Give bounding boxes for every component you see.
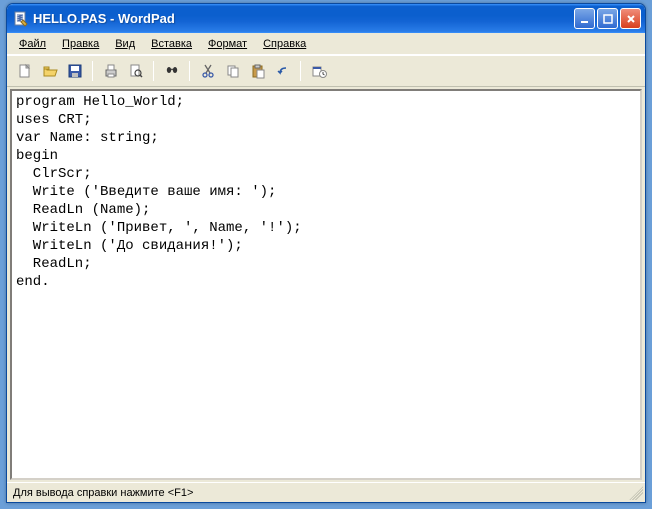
menu-help[interactable]: Справка: [255, 36, 314, 52]
toolbar-separator: [300, 61, 301, 81]
new-button[interactable]: [13, 60, 36, 82]
toolbar-separator: [92, 61, 93, 81]
print-button[interactable]: [99, 60, 122, 82]
app-icon: [13, 11, 29, 27]
preview-button[interactable]: [124, 60, 147, 82]
toolbar-separator: [189, 61, 190, 81]
save-button[interactable]: [63, 60, 86, 82]
menubar: Файл Правка Вид Вставка Формат Справка: [7, 33, 645, 55]
close-button[interactable]: [620, 8, 641, 29]
menu-view[interactable]: Вид: [107, 36, 143, 52]
paste-button[interactable]: [246, 60, 269, 82]
editor-area: [10, 89, 642, 480]
open-button[interactable]: [38, 60, 61, 82]
titlebar[interactable]: HELLO.PAS - WordPad: [7, 4, 645, 33]
app-window: HELLO.PAS - WordPad Файл Правка Вид Вста…: [6, 3, 646, 503]
maximize-button[interactable]: [597, 8, 618, 29]
menu-format[interactable]: Формат: [200, 36, 255, 52]
window-title: HELLO.PAS - WordPad: [33, 11, 574, 26]
menu-insert[interactable]: Вставка: [143, 36, 200, 52]
cut-button[interactable]: [196, 60, 219, 82]
text-editor[interactable]: [12, 91, 640, 478]
window-buttons: [574, 8, 641, 29]
toolbar-separator: [153, 61, 154, 81]
statusbar: Для вывода справки нажмите <F1>: [7, 482, 645, 502]
copy-button[interactable]: [221, 60, 244, 82]
menu-edit[interactable]: Правка: [54, 36, 107, 52]
datetime-button[interactable]: [307, 60, 330, 82]
status-text: Для вывода справки нажмите <F1>: [13, 487, 193, 499]
find-button[interactable]: [160, 60, 183, 82]
undo-button[interactable]: [271, 60, 294, 82]
resize-grip-icon[interactable]: [629, 486, 643, 500]
minimize-button[interactable]: [574, 8, 595, 29]
toolbar: [7, 55, 645, 87]
menu-file[interactable]: Файл: [11, 36, 54, 52]
